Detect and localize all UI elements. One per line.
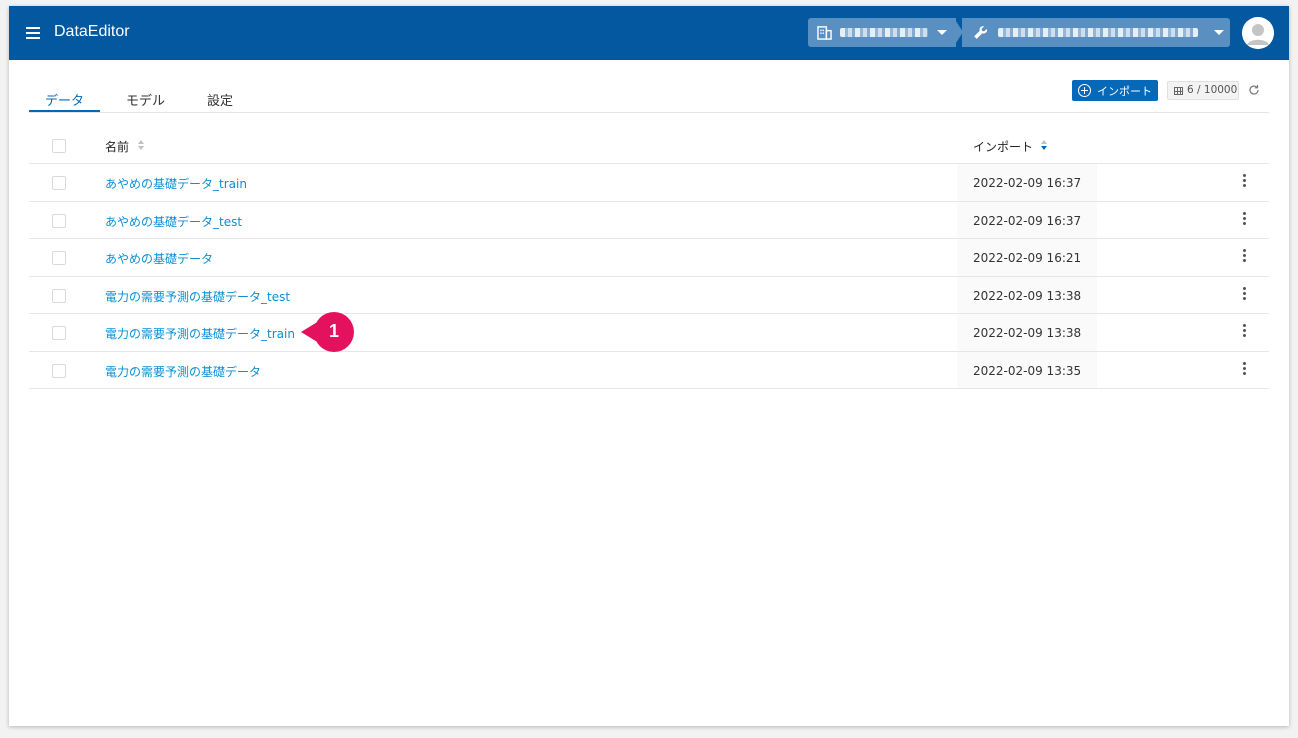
import-date: 2022-02-09 13:38 bbox=[973, 326, 1082, 340]
refresh-icon[interactable] bbox=[1248, 84, 1260, 96]
dataset-name-link[interactable]: あやめの基礎データ_test bbox=[105, 213, 242, 230]
dataset-quota-badge: 6 / 10000 bbox=[1167, 81, 1239, 100]
organization-name-redacted bbox=[840, 28, 928, 37]
sort-desc-icon[interactable] bbox=[1041, 140, 1048, 151]
import-date: 2022-02-09 16:37 bbox=[973, 213, 1082, 228]
organization-selector[interactable] bbox=[808, 18, 956, 47]
more-options-icon[interactable] bbox=[1243, 249, 1247, 263]
more-options-icon[interactable] bbox=[1243, 286, 1247, 301]
user-avatar[interactable] bbox=[1242, 17, 1274, 49]
chevron-down-icon bbox=[1214, 30, 1224, 35]
more-options-icon[interactable] bbox=[1243, 324, 1247, 338]
dataset-table: 名前 インポート あやめの基礎データ_train 2022-02-09 16:3… bbox=[29, 126, 1269, 389]
table-row: あやめの基礎データ 2022-02-09 16:21 bbox=[29, 239, 1269, 277]
dataset-name-link[interactable]: あやめの基礎データ bbox=[105, 250, 213, 267]
table-row: 電力の需要予測の基礎データ_train 2022-02-09 13:38 bbox=[29, 314, 1269, 352]
step-number: 1 bbox=[328, 321, 339, 341]
import-date: 2022-02-09 16:21 bbox=[973, 251, 1082, 265]
table-row: あやめの基礎データ_test 2022-02-09 16:37 bbox=[29, 201, 1269, 239]
user-icon bbox=[1242, 17, 1274, 49]
import-date: 2022-02-09 16:37 bbox=[973, 176, 1082, 190]
dataset-name-link[interactable]: 電力の需要予測の基礎データ bbox=[105, 363, 261, 380]
import-button-label: インポート bbox=[1097, 85, 1152, 98]
column-header-import[interactable]: インポート bbox=[973, 138, 1033, 155]
import-button[interactable]: インポート bbox=[1072, 80, 1158, 101]
table-icon bbox=[1174, 87, 1183, 95]
table-row: あやめの基礎データ_train 2022-02-09 16:37 bbox=[29, 164, 1269, 202]
app-window: DataEditor データ モデル 設定 インポート 6 / 10000 名前… bbox=[9, 6, 1289, 726]
app-title: DataEditor bbox=[54, 23, 130, 40]
more-options-icon[interactable] bbox=[1243, 361, 1247, 376]
row-checkbox[interactable] bbox=[52, 363, 66, 378]
wrench-icon bbox=[974, 26, 988, 39]
menu-icon[interactable] bbox=[26, 27, 40, 39]
import-date: 2022-02-09 13:38 bbox=[973, 288, 1082, 303]
sort-icon[interactable] bbox=[138, 140, 145, 151]
building-icon bbox=[817, 26, 832, 40]
select-all-checkbox[interactable] bbox=[52, 139, 66, 153]
table-header: 名前 インポート bbox=[29, 126, 1269, 164]
row-checkbox[interactable] bbox=[52, 288, 66, 303]
import-date: 2022-02-09 13:35 bbox=[973, 363, 1082, 378]
row-checkbox[interactable] bbox=[52, 326, 66, 340]
top-bar: DataEditor bbox=[9, 6, 1289, 60]
more-options-icon[interactable] bbox=[1243, 174, 1247, 188]
column-header-name[interactable]: 名前 bbox=[105, 138, 129, 155]
dataset-name-link[interactable]: 電力の需要予測の基礎データ_test bbox=[105, 288, 290, 305]
row-checkbox[interactable] bbox=[52, 176, 66, 190]
step-callout-marker: 1 bbox=[301, 312, 360, 352]
table-row: 電力の需要予測の基礎データ_test 2022-02-09 13:38 bbox=[29, 276, 1269, 314]
chevron-down-icon bbox=[937, 30, 947, 35]
plus-circle-icon bbox=[1078, 84, 1091, 97]
tab-data[interactable]: データ bbox=[45, 90, 84, 109]
quota-value: 6 / 10000 bbox=[1187, 84, 1238, 96]
project-selector[interactable] bbox=[962, 18, 1230, 47]
dataset-name-link[interactable]: 電力の需要予測の基礎データ_train bbox=[105, 325, 295, 342]
active-tab-indicator bbox=[29, 110, 100, 112]
tab-model[interactable]: モデル bbox=[126, 90, 165, 109]
row-checkbox[interactable] bbox=[52, 213, 66, 228]
more-options-icon[interactable] bbox=[1243, 211, 1247, 226]
table-row: 電力の需要予測の基礎データ 2022-02-09 13:35 bbox=[29, 351, 1269, 389]
row-checkbox[interactable] bbox=[52, 251, 66, 265]
tab-settings[interactable]: 設定 bbox=[207, 90, 233, 109]
dataset-name-link[interactable]: あやめの基礎データ_train bbox=[105, 175, 247, 192]
project-name-redacted bbox=[998, 28, 1198, 37]
